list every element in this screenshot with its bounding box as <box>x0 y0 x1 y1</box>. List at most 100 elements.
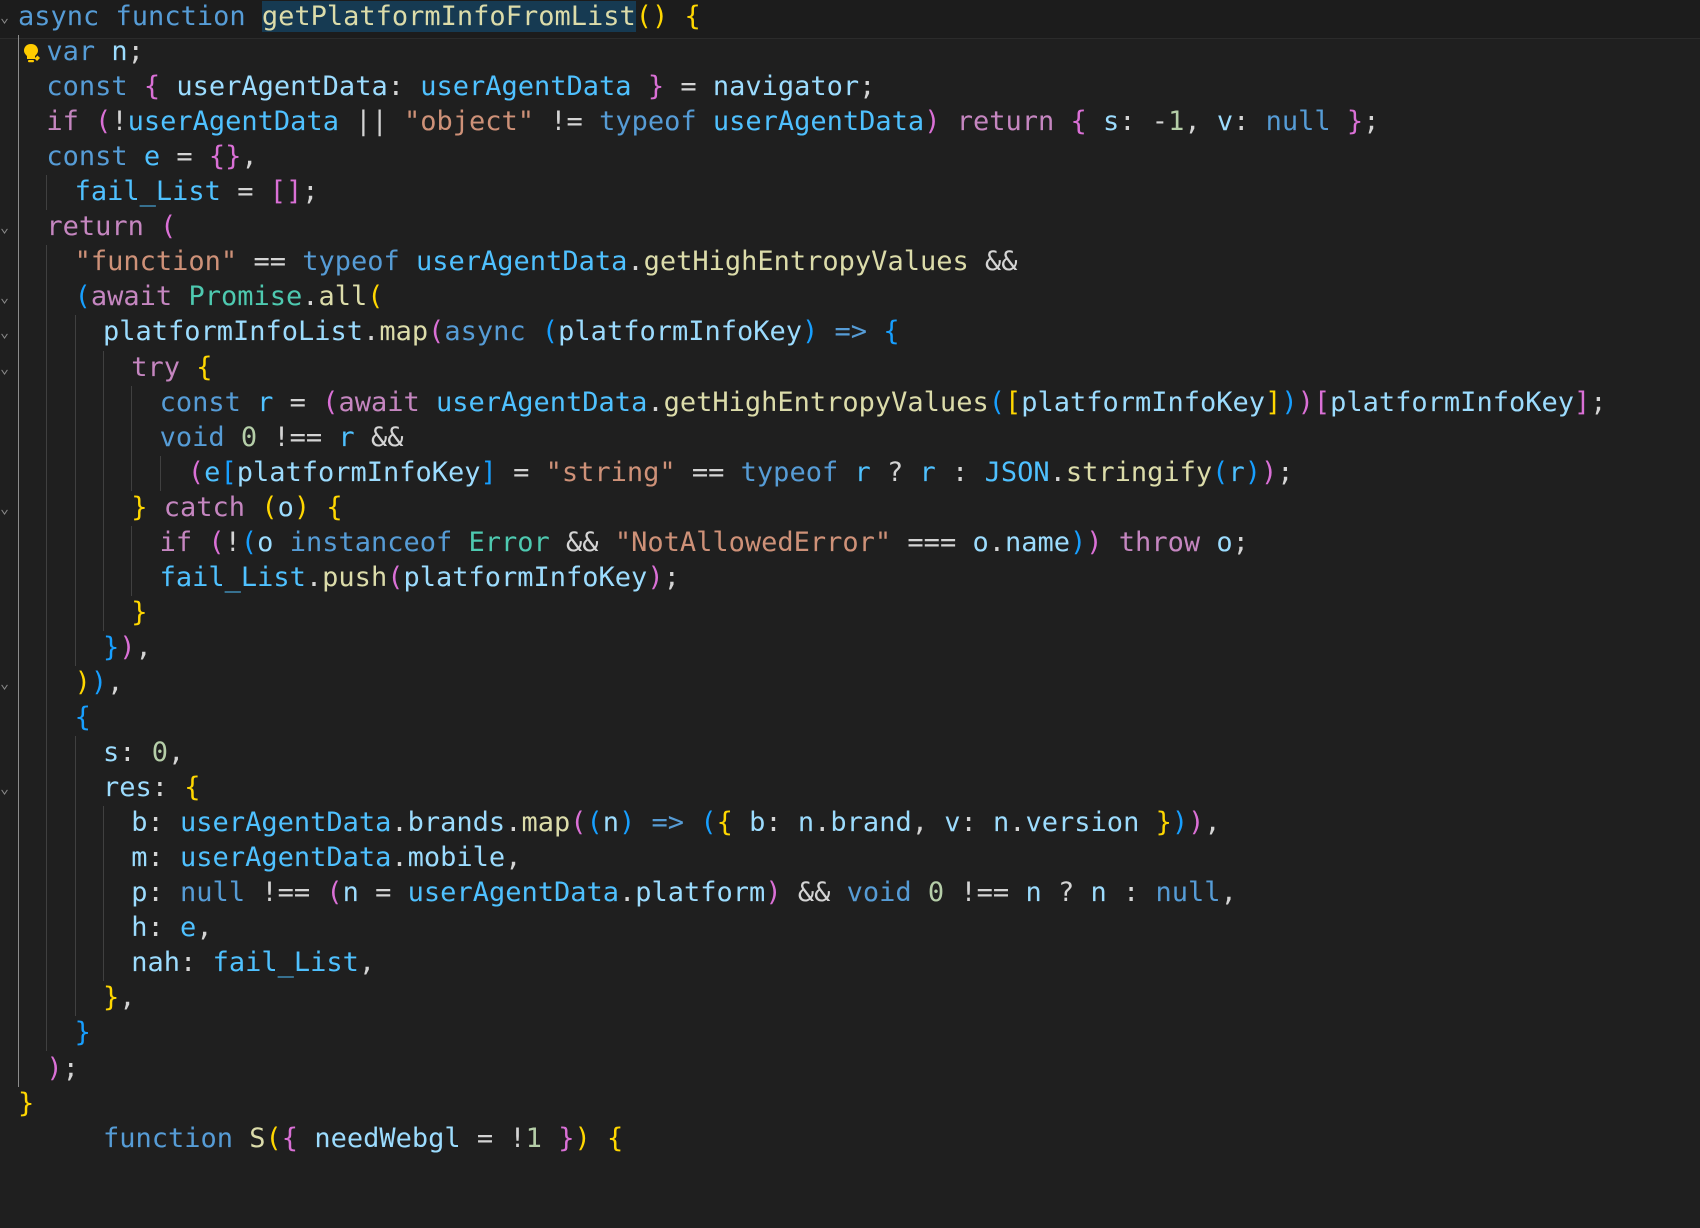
code-token: v <box>944 807 961 839</box>
code-token: throw <box>1102 526 1217 558</box>
code-line[interactable]: nah: fail_List, <box>0 944 1700 982</box>
code-line[interactable]: }, <box>0 979 1700 1017</box>
code-token: : <box>147 877 181 909</box>
code-token: [] <box>269 176 303 208</box>
code-token: var <box>46 36 112 68</box>
fold-icon[interactable]: ⌄ <box>0 489 10 527</box>
code-line[interactable]: } <box>0 1014 1700 1052</box>
code-line[interactable]: s: 0, <box>0 734 1700 772</box>
code-token: res <box>102 772 152 804</box>
code-line[interactable]: ⌄} catch (o) { <box>0 489 1700 527</box>
code-token: ) <box>74 666 91 698</box>
code-text: s: 0, <box>103 734 184 772</box>
code-token: o <box>972 526 989 558</box>
code-token: r <box>919 456 936 488</box>
code-token: return <box>46 211 161 243</box>
code-token: userAgentData <box>180 842 392 874</box>
code-token: "NotAllowedError" <box>614 526 892 558</box>
code-line[interactable]: } <box>0 594 1700 632</box>
code-line[interactable]: h: e, <box>0 909 1700 947</box>
code-token: platformInfoKey <box>1330 386 1574 418</box>
code-line[interactable]: "function" == typeof userAgentData.getHi… <box>0 243 1700 281</box>
code-token: , <box>358 947 376 979</box>
code-line[interactable]: fail_List.push(platformInfoKey); <box>0 559 1700 597</box>
fold-icon[interactable]: ⌄ <box>0 664 10 702</box>
code-token: ! <box>111 106 128 138</box>
code-token: userAgentData <box>180 807 392 839</box>
code-token: S <box>249 1122 266 1154</box>
code-token: userAgentData <box>160 71 388 103</box>
lightbulb-icon[interactable] <box>20 42 42 64</box>
code-line[interactable]: fail_List = []; <box>0 173 1700 211</box>
code-token: h <box>131 912 148 944</box>
code-token: platform <box>635 877 766 909</box>
code-token: fail_List <box>159 561 306 593</box>
code-token: { <box>74 702 91 733</box>
code-token: ( <box>541 316 559 348</box>
code-token: && <box>781 877 847 909</box>
fold-icon[interactable]: ⌄ <box>0 769 10 807</box>
fold-icon[interactable]: ⌄ <box>0 0 10 36</box>
code-line[interactable]: const e = {}, <box>0 138 1700 176</box>
code-text: }), <box>103 629 152 667</box>
code-line[interactable]: if (!(o instanceof Error && "NotAllowedE… <box>0 524 1700 562</box>
code-token: navigator <box>712 71 860 103</box>
code-line[interactable]: }), <box>0 629 1700 667</box>
code-line[interactable]: b: userAgentData.brands.map((n) => ({ b:… <box>0 804 1700 842</box>
code-token: userAgentData <box>420 71 632 103</box>
code-token: ( <box>261 491 278 523</box>
code-token: , <box>196 912 213 944</box>
code-line[interactable]: ⌄ async function getPlatformInfoFromList(… <box>0 0 1700 36</box>
code-editor[interactable]: ⌄ async function getPlatformInfoFromList(… <box>0 0 1700 1228</box>
code-token: ( <box>240 526 258 558</box>
code-token: ; <box>1590 386 1607 418</box>
fold-icon[interactable]: ⌄ <box>0 349 10 387</box>
code-line[interactable]: ⌄)), <box>0 664 1700 702</box>
fold-icon[interactable]: ⌄ <box>0 313 10 351</box>
code-line[interactable]: (e[platformInfoKey] = "string" == typeof… <box>0 454 1700 492</box>
code-token: brand <box>830 807 912 839</box>
code-token: ) <box>1260 456 1278 488</box>
code-line[interactable]: ⌄ return ( <box>0 208 1700 246</box>
code-line[interactable]: ); <box>0 1050 1700 1088</box>
code-token: [ <box>220 456 237 488</box>
code-line[interactable]: const r = (await userAgentData.getHighEn… <box>0 384 1700 422</box>
code-text: } <box>18 1085 34 1123</box>
code-text: fail_List = []; <box>75 173 319 211</box>
code-token: != <box>534 106 600 138</box>
code-token: null <box>1155 877 1221 909</box>
code-line[interactable]: var n; <box>0 33 1700 71</box>
code-line[interactable]: ⌄ platformInfoList.map(async (platformInf… <box>0 313 1700 351</box>
code-text: fail_List.push(platformInfoKey); <box>160 559 680 597</box>
fold-icon[interactable]: ⌄ <box>0 278 10 316</box>
code-token: . <box>505 807 522 839</box>
code-line[interactable]: ⌄ try { <box>0 349 1700 387</box>
code-line[interactable]: const { userAgentData: userAgentData } =… <box>0 68 1700 106</box>
code-token: { <box>716 807 733 839</box>
fold-icon[interactable]: ⌄ <box>0 208 10 246</box>
code-token: n <box>1090 877 1107 909</box>
code-token: . <box>619 877 636 909</box>
code-line[interactable]: ⌄ res: { <box>0 769 1700 807</box>
code-token: , <box>505 842 522 874</box>
code-token: n <box>602 807 620 839</box>
code-text: { <box>75 699 91 737</box>
code-token: await <box>90 281 189 313</box>
code-line[interactable]: if (!userAgentData || "object" != typeof… <box>0 103 1700 141</box>
code-line[interactable]: void 0 !== r && <box>0 419 1700 457</box>
code-token: { <box>1070 106 1087 138</box>
code-line[interactable]: m: userAgentData.mobile, <box>0 839 1700 877</box>
code-line[interactable]: { <box>0 699 1700 737</box>
code-text: } <box>75 1014 91 1052</box>
code-token: ! <box>224 526 241 558</box>
code-token: "object" <box>403 106 535 138</box>
code-token: } <box>1155 807 1172 839</box>
code-token: { <box>684 1 701 32</box>
code-line[interactable]: ⌄ (await Promise.all( <box>0 278 1700 316</box>
code-token: == <box>237 246 303 278</box>
code-token: version <box>1025 807 1140 839</box>
code-line[interactable]: p: null !== (n = userAgentData.platform)… <box>0 874 1700 912</box>
code-line[interactable]: } <box>0 1085 1700 1123</box>
code-line[interactable]: function S({ needWebgl = !1 }) { <box>0 1120 1700 1158</box>
